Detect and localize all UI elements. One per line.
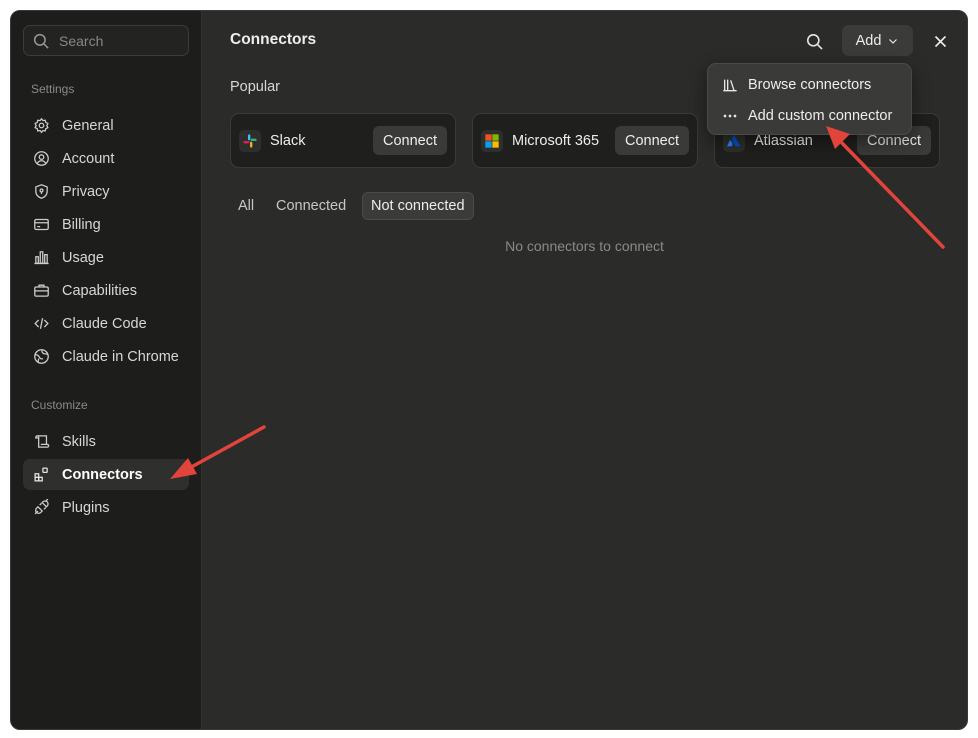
sidebar-item-label: Connectors <box>62 466 143 483</box>
connect-button[interactable]: Connect <box>614 126 689 155</box>
sidebar-item-claude-in-chrome[interactable]: Claude in Chrome <box>23 341 189 372</box>
sidebar-item-skills[interactable]: Skills <box>23 426 189 457</box>
connector-name: Microsoft 365 <box>512 132 600 149</box>
connect-button[interactable]: Connect <box>372 126 447 155</box>
search-box[interactable] <box>23 25 189 56</box>
sidebar-item-label: Skills <box>62 433 96 450</box>
empty-state-message: No connectors to connect <box>505 238 664 254</box>
sidebar-item-privacy[interactable]: Privacy <box>23 176 189 207</box>
sidebar-item-connectors[interactable]: Connectors <box>23 459 189 490</box>
connector-name: Slack <box>270 132 306 149</box>
microsoft-logo-icon <box>481 129 503 152</box>
popular-label: Popular <box>230 79 280 95</box>
plug-icon <box>34 499 49 515</box>
customize-section-label: Customize <box>31 398 88 412</box>
gear-icon <box>34 117 49 134</box>
sidebar-item-label: Plugins <box>62 499 110 516</box>
connector-card-slack: Slack Connect <box>230 113 456 168</box>
settings-window: Settings General Account Privacy Billing… <box>10 10 968 730</box>
sidebar-item-plugins[interactable]: Plugins <box>23 492 189 523</box>
sidebar-item-label: Privacy <box>62 183 110 200</box>
chevron-down-icon <box>889 38 898 44</box>
settings-section-label: Settings <box>31 82 75 96</box>
user-circle-icon <box>34 151 49 166</box>
sidebar-item-account[interactable]: Account <box>23 143 189 174</box>
close-button[interactable] <box>928 29 952 53</box>
sidebar-item-general[interactable]: General <box>23 110 189 141</box>
filter-connected[interactable]: Connected <box>268 192 354 220</box>
filter-all[interactable]: All <box>230 192 262 220</box>
filter-not-connected[interactable]: Not connected <box>362 192 474 220</box>
main-panel: Connectors Add Popular Slack Connect Mic… <box>202 11 967 729</box>
credit-card-icon <box>34 218 49 231</box>
sidebar-item-label: Account <box>62 150 115 167</box>
menu-item-label: Add custom connector <box>748 107 893 124</box>
menu-item-browse-connectors[interactable]: Browse connectors <box>708 69 911 100</box>
library-icon <box>723 79 737 91</box>
sidebar-item-label: Claude Code <box>62 315 147 332</box>
sidebar-item-label: Billing <box>62 216 101 233</box>
slack-logo-icon <box>239 129 261 152</box>
sidebar-item-capabilities[interactable]: Capabilities <box>23 275 189 306</box>
close-icon <box>934 35 946 47</box>
connectors-icon <box>34 467 48 482</box>
search-icon <box>806 33 823 50</box>
menu-item-add-custom-connector[interactable]: Add custom connector <box>708 100 911 131</box>
more-horizontal-icon <box>723 114 737 117</box>
shield-icon <box>35 184 48 199</box>
add-button-label: Add <box>855 32 882 49</box>
globe-icon <box>34 349 49 364</box>
sidebar-item-label: Usage <box>62 249 104 266</box>
search-icon <box>33 33 49 49</box>
sidebar-item-claude-code[interactable]: Claude Code <box>23 308 189 339</box>
page-title: Connectors <box>230 31 317 48</box>
bar-chart-icon <box>34 251 49 265</box>
sidebar-item-usage[interactable]: Usage <box>23 242 189 273</box>
sidebar-item-label: Claude in Chrome <box>62 348 179 365</box>
sidebar-item-label: General <box>62 117 114 134</box>
search-input[interactable] <box>59 32 169 49</box>
scroll-icon <box>35 435 50 448</box>
briefcase-icon <box>34 284 49 297</box>
connector-card-microsoft-365: Microsoft 365 Connect <box>472 113 698 168</box>
menu-item-label: Browse connectors <box>748 76 872 93</box>
add-button[interactable]: Add <box>842 25 913 56</box>
sidebar-item-label: Capabilities <box>62 282 137 299</box>
sidebar: Settings General Account Privacy Billing… <box>11 11 202 729</box>
search-button[interactable] <box>802 29 826 53</box>
add-dropdown-menu: Browse connectors Add custom connector <box>707 63 912 135</box>
sidebar-item-billing[interactable]: Billing <box>23 209 189 240</box>
code-icon <box>34 318 49 329</box>
